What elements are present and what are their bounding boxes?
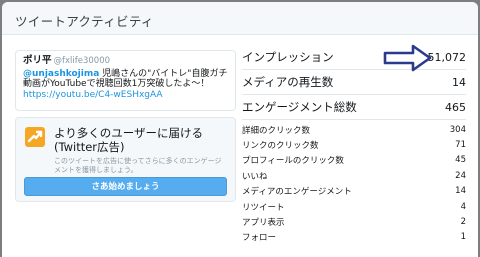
tweet-panel: ポリ平 @fxlife30000 @unjashkojima 児嶋さんの"バイトレ…	[15, 50, 236, 202]
metric-value: 14	[452, 75, 466, 89]
modal-title: ツイートアクティビティ	[15, 14, 154, 29]
detail-row-retweets: リツイート 4	[242, 199, 466, 214]
promote-box: より多くのユーザーに届ける(Twitter広告) このツイートを広告に使ってさら…	[15, 117, 236, 202]
metric-label: インプレッション	[242, 50, 334, 64]
detail-label: メディアのエンゲージメント	[242, 187, 352, 198]
detail-label: アプリ表示	[242, 218, 285, 229]
tweet-mention-link[interactable]: @unjashkojima	[23, 69, 99, 79]
engagement-details: 詳細のクリック数 304 リンクのクリック数 71 プロフィールのクリック数 4…	[242, 120, 466, 245]
metric-value: 465	[445, 100, 466, 114]
get-started-button[interactable]: さあ始めましょう	[24, 177, 227, 196]
detail-row-media-engagements: メディアのエンゲージメント 14	[242, 184, 466, 199]
metric-row-total-engagements: エンゲージメント総数 465	[242, 95, 466, 120]
detail-label: フォロー	[242, 233, 277, 244]
detail-label: いいね	[242, 171, 268, 182]
tweet-author-name[interactable]: ポリ平	[23, 55, 52, 66]
detail-row-detail-expands: 詳細のクリック数 304	[242, 122, 466, 137]
arrow-right-icon	[383, 44, 432, 72]
detail-value: 71	[455, 140, 466, 151]
detail-row-app-opens: アプリ表示 2	[242, 214, 466, 229]
detail-value: 1	[460, 232, 466, 243]
metric-label: エンゲージメント総数	[242, 100, 357, 114]
metric-label: メディアの再生数	[242, 75, 334, 89]
detail-row-follows: フォロー 1	[242, 230, 466, 245]
tweet-card[interactable]: ポリ平 @fxlife30000 @unjashkojima 児嶋さんの"バイトレ…	[15, 50, 236, 111]
detail-row-profile-clicks: プロフィールのクリック数 45	[242, 153, 466, 168]
tweet-url-link[interactable]: https://youtu.be/C4-wESHxgAA	[23, 90, 163, 100]
detail-row-likes: いいね 24	[242, 168, 466, 183]
tweet-author-handle[interactable]: @fxlife30000	[54, 56, 111, 66]
metric-row-media-views: メディアの再生数 14	[242, 70, 466, 95]
detail-value: 2	[460, 217, 466, 228]
detail-label: リンクのクリック数	[242, 141, 319, 152]
promote-title: より多くのユーザーに届ける(Twitter広告)	[54, 126, 204, 154]
detail-value: 24	[455, 170, 466, 181]
detail-value: 304	[449, 124, 466, 135]
detail-row-link-clicks: リンクのクリック数 71	[242, 137, 466, 152]
promote-chart-icon	[25, 127, 45, 147]
detail-value: 14	[455, 186, 466, 197]
metrics-panel: インプレッション 51,072 メディアの再生数 14 エンゲージメント総数 4…	[242, 45, 466, 245]
tweet-activity-modal: ツイートアクティビティ ポリ平 @fxlife30000 @unjashkojim…	[2, 2, 478, 257]
detail-value: 45	[455, 155, 466, 166]
tweet-text: @unjashkojima 児嶋さんの"バイトレ"自腹ガチ動画がYouTubeで…	[23, 69, 228, 101]
detail-value: 4	[460, 201, 466, 212]
detail-label: リツイート	[242, 202, 285, 213]
modal-header: ツイートアクティビティ	[2, 2, 478, 35]
promote-description: このツイートを広告に使ってさらに多くのエンゲージメントを獲得しましょう。	[54, 157, 222, 174]
detail-label: プロフィールのクリック数	[242, 156, 344, 167]
detail-label: 詳細のクリック数	[242, 125, 311, 136]
metric-value: 51,072	[427, 50, 467, 64]
